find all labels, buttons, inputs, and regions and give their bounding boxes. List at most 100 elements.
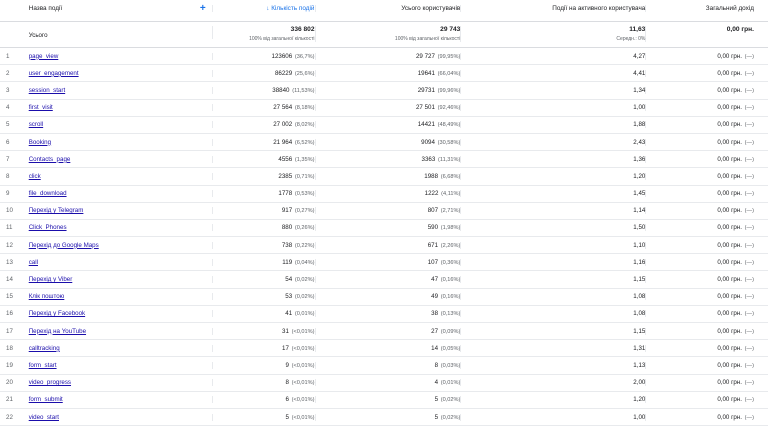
table-row: 6 Booking 21 964 (6,52%) 9094 (30,58%) 2,43 0… bbox=[0, 134, 768, 152]
event-name-link[interactable]: click bbox=[29, 173, 41, 180]
row-index: 6 bbox=[6, 138, 10, 146]
event-name-link[interactable]: calltracking bbox=[29, 345, 60, 352]
row-index: 22 bbox=[6, 413, 13, 421]
users-pct: (99,96%) bbox=[437, 87, 461, 94]
row-event-count: 86229 (25,6%) bbox=[213, 69, 316, 77]
event-count-pct: (0,02%) bbox=[294, 294, 315, 301]
totals-events: 336 802 100% від загальної кількості bbox=[213, 26, 316, 42]
sort-desc-icon: ↓ bbox=[266, 6, 270, 12]
row-total-users: 107 (0,36%) bbox=[316, 258, 462, 266]
event-name-link[interactable]: video_start bbox=[29, 414, 59, 421]
event-name-link[interactable]: form_submit bbox=[29, 396, 63, 403]
row-event-name-cell: first_visit bbox=[20, 104, 213, 112]
revenue-pct: (—) bbox=[744, 156, 754, 163]
header-event-count[interactable]: ↓ Кількість подій bbox=[213, 5, 316, 12]
table-row: 1 page_view 123606 (36,7%) 29 727 (99,95%) 4… bbox=[0, 48, 768, 66]
users-value: 14421 bbox=[417, 121, 435, 129]
event-name-link[interactable]: call bbox=[29, 259, 38, 266]
event-count-value: 4556 bbox=[278, 155, 293, 163]
row-index: 14 bbox=[6, 276, 13, 284]
event-name-link[interactable]: Перехід до Google Maps bbox=[29, 242, 99, 249]
row-events-per-user: 1,14 bbox=[461, 207, 647, 215]
row-event-name-cell: calltracking bbox=[20, 344, 213, 352]
event-name-link[interactable]: session_start bbox=[29, 87, 65, 94]
revenue-value: 0,00 грн. bbox=[717, 344, 742, 352]
event-name-link[interactable]: page_view bbox=[29, 53, 59, 60]
event-name-link[interactable]: Booking bbox=[29, 139, 51, 146]
row-total-users: 19641 (66,04%) bbox=[316, 69, 462, 77]
event-name-link[interactable]: Contacts_page bbox=[29, 156, 71, 163]
revenue-value: 0,00 грн. bbox=[717, 52, 742, 60]
totals-users-value: 29 743 bbox=[440, 26, 461, 33]
users-value: 27 501 bbox=[415, 104, 435, 112]
row-total-users: 38 (0,13%) bbox=[316, 310, 462, 318]
event-name-link[interactable]: Click_Phones bbox=[29, 224, 67, 231]
event-name-link[interactable]: Перехід на YouTube bbox=[29, 328, 86, 335]
event-count-value: 880 bbox=[281, 224, 293, 232]
event-count-value: 38840 bbox=[272, 86, 290, 94]
event-name-link[interactable]: Перехід у Facebook bbox=[29, 310, 85, 317]
event-name-link[interactable]: first_visit bbox=[29, 104, 53, 111]
revenue-value: 0,00 грн. bbox=[717, 310, 742, 318]
table-row: 17 Перехід на YouTube 31 (<0,01%) 27 (0,09%… bbox=[0, 323, 768, 341]
row-index: 10 bbox=[6, 207, 13, 215]
event-count-pct: (0,02%) bbox=[294, 277, 315, 284]
users-value: 29 727 bbox=[415, 52, 435, 60]
totals-events-value: 336 802 bbox=[290, 26, 315, 33]
row-total-users: 807 (2,71%) bbox=[316, 207, 462, 215]
revenue-pct: (—) bbox=[744, 173, 754, 180]
header-total-users[interactable]: Усього користувачів bbox=[316, 5, 462, 12]
event-name-link[interactable]: Перехід у Telegram bbox=[29, 207, 84, 214]
row-index: 1 bbox=[6, 52, 10, 60]
users-value: 8 bbox=[434, 361, 439, 369]
event-name-link[interactable]: video_progress bbox=[29, 379, 71, 386]
table-row: 19 form_start 9 (<0,01%) 8 (0,03%) 1,13 0,00 … bbox=[0, 357, 768, 375]
row-revenue: 0,00 грн. (—) bbox=[646, 173, 768, 180]
header-total-revenue[interactable]: Загальний дохід bbox=[646, 5, 768, 12]
row-event-count: 27 002 (8,02%) bbox=[213, 121, 316, 129]
row-index: 13 bbox=[6, 258, 13, 266]
event-name-link[interactable]: user_engagement bbox=[29, 70, 79, 77]
row-event-name-cell: user_engagement bbox=[20, 69, 213, 77]
row-event-count: 54 (0,02%) bbox=[213, 276, 316, 284]
row-event-count: 5 (<0,01%) bbox=[213, 413, 316, 421]
table-row: 14 Перехід у Viber 54 (0,02%) 47 (0,16%) 1,1… bbox=[0, 271, 768, 289]
event-name-link[interactable]: Клік поштою bbox=[29, 293, 65, 300]
event-count-pct: (0,53%) bbox=[294, 191, 315, 198]
users-pct: (1,98%) bbox=[440, 225, 461, 232]
event-count-value: 123606 bbox=[271, 52, 293, 60]
event-name-link[interactable]: form_start bbox=[29, 362, 57, 369]
row-revenue: 0,00 грн. (—) bbox=[646, 328, 768, 335]
row-total-users: 29 727 (99,95%) bbox=[316, 52, 462, 60]
row-events-per-user: 1,31 bbox=[461, 344, 647, 352]
row-events-per-user: 1,16 bbox=[461, 258, 647, 266]
row-index: 19 bbox=[6, 361, 13, 369]
event-name-link[interactable]: file_download bbox=[29, 190, 67, 197]
header-events-per-user[interactable]: Події на активного користувача bbox=[461, 5, 647, 12]
revenue-pct: (—) bbox=[744, 242, 754, 249]
event-count-value: 738 bbox=[281, 241, 293, 249]
event-name-link[interactable]: Перехід у Viber bbox=[29, 276, 73, 283]
table-row: 13 call 119 (0,04%) 107 (0,36%) 1,16 0,00 грн… bbox=[0, 254, 768, 272]
table-row: 16 Перехід у Facebook 41 (0,01%) 38 (0,13%)… bbox=[0, 306, 768, 323]
users-value: 19641 bbox=[417, 69, 435, 77]
row-events-per-user: 1,88 bbox=[461, 121, 647, 129]
row-event-name-cell: form_start bbox=[20, 361, 213, 369]
revenue-value: 0,00 грн. bbox=[717, 224, 742, 232]
row-total-users: 9094 (30,58%) bbox=[316, 138, 462, 146]
users-pct: (92,46%) bbox=[437, 105, 461, 112]
revenue-pct: (—) bbox=[744, 345, 754, 352]
users-value: 4 bbox=[434, 379, 439, 387]
row-revenue: 0,00 грн. (—) bbox=[646, 259, 768, 266]
users-pct: (0,36%) bbox=[440, 259, 461, 266]
event-name-link[interactable]: scroll bbox=[29, 121, 43, 128]
table-row: 10 Перехід у Telegram 917 (0,27%) 807 (2,71… bbox=[0, 203, 768, 220]
row-event-count: 53 (0,02%) bbox=[213, 293, 316, 301]
table-row: 4 first_visit 27 564 (8,18%) 27 501 (92,46%… bbox=[0, 100, 768, 117]
users-value: 5 bbox=[434, 396, 439, 404]
header-event-name[interactable]: Назва події + bbox=[20, 3, 213, 14]
add-dimension-icon[interactable]: + bbox=[200, 3, 206, 14]
row-event-name-cell: Перехід у Telegram bbox=[20, 207, 213, 215]
row-events-per-user: 4,41 bbox=[461, 69, 647, 77]
row-event-name-cell: video_start bbox=[20, 413, 213, 421]
